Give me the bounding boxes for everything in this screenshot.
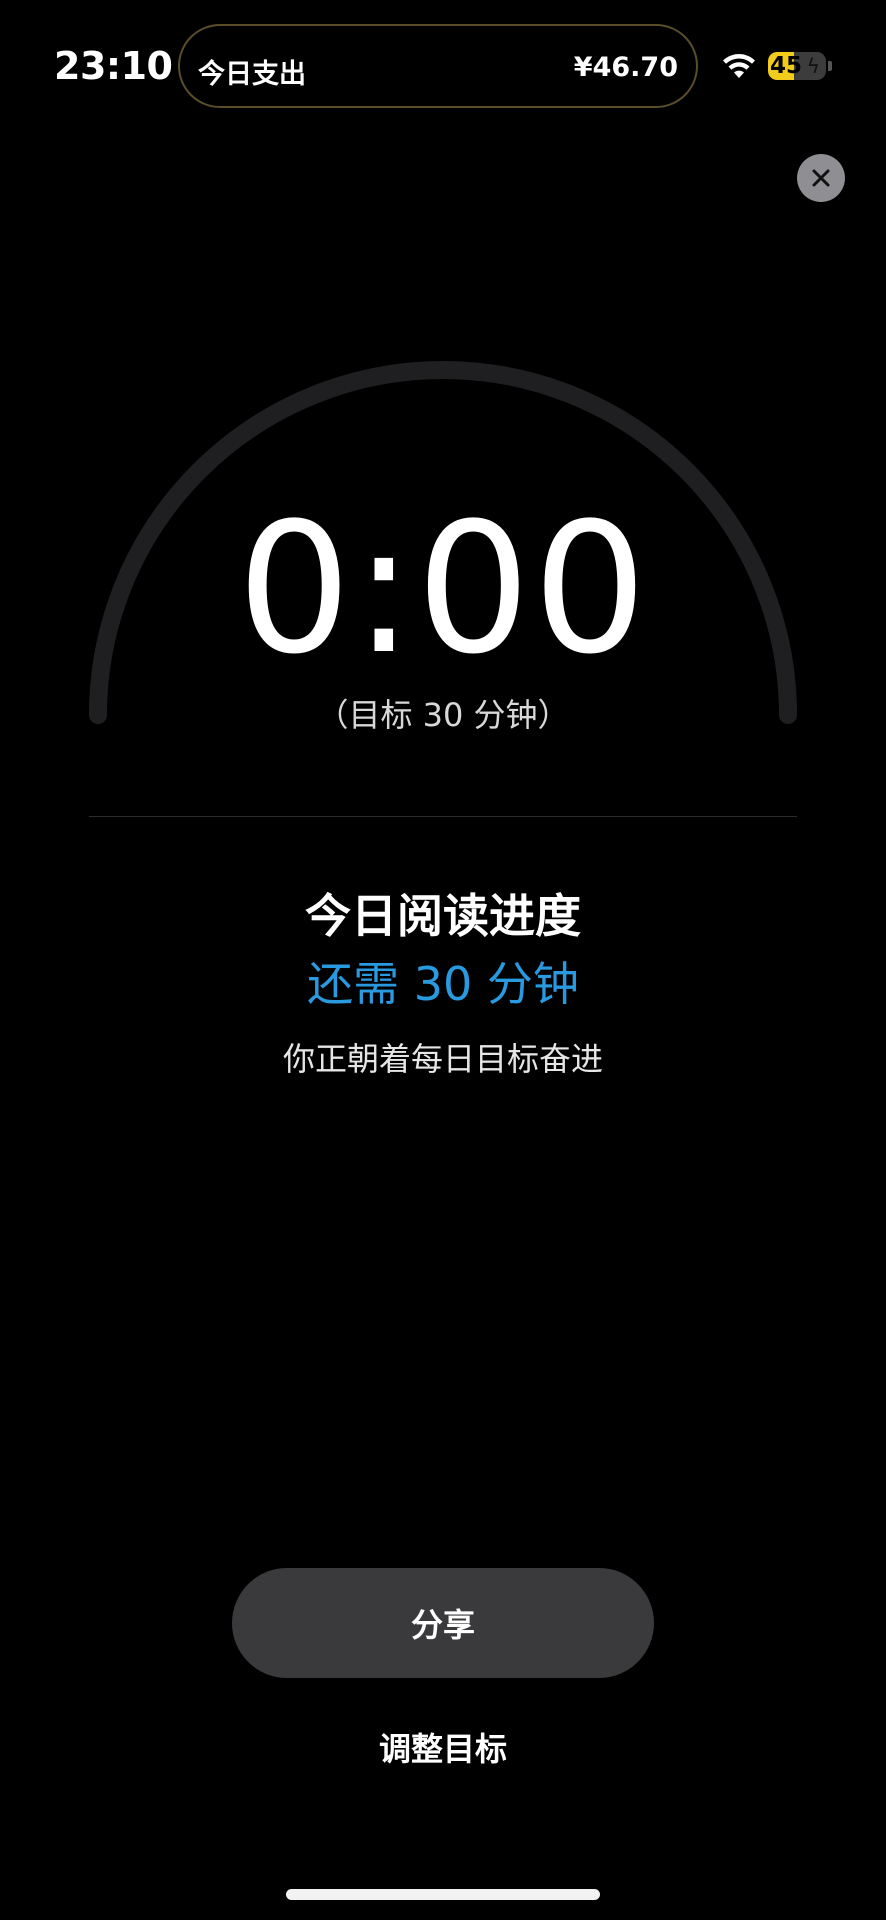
divider bbox=[89, 816, 797, 817]
encouragement-message: 你正朝着每日目标奋进 bbox=[282, 1040, 603, 1078]
share-button[interactable]: 分享 bbox=[232, 1568, 654, 1678]
adjust-goal-button[interactable]: 调整目标 bbox=[0, 1724, 886, 1770]
battery-charging-icon: 45 ϟ bbox=[768, 52, 826, 80]
elapsed-timer: 0:00 bbox=[236, 485, 650, 694]
progress-title: 今日阅读进度 bbox=[305, 889, 581, 943]
battery-level: 45 bbox=[770, 53, 803, 79]
remaining-time: 还需 30 分钟 bbox=[307, 957, 579, 1011]
charging-bolt-icon: ϟ bbox=[806, 54, 820, 78]
home-indicator[interactable] bbox=[286, 1889, 600, 1900]
target-label: （目标 30 分钟） bbox=[316, 696, 570, 734]
